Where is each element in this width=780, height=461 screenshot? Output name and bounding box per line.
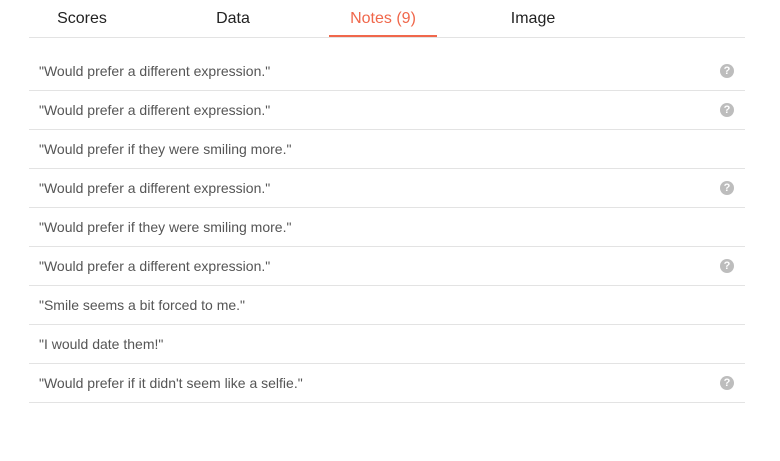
note-row: "Smile seems a bit forced to me." ? (29, 286, 745, 325)
note-row: "Would prefer a different expression." ? (29, 169, 745, 208)
help-icon[interactable]: ? (720, 103, 734, 117)
note-text: "Would prefer if they were smiling more.… (39, 141, 292, 157)
note-text: "Would prefer a different expression." (39, 258, 271, 274)
note-row: "Would prefer a different expression." ? (29, 91, 745, 130)
help-icon[interactable]: ? (720, 376, 734, 390)
note-text: "Would prefer if they were smiling more.… (39, 219, 292, 235)
note-row: "Would prefer a different expression." ? (29, 247, 745, 286)
tab-data[interactable]: Data (179, 0, 287, 37)
help-icon[interactable]: ? (720, 64, 734, 78)
note-text: "Smile seems a bit forced to me." (39, 297, 246, 313)
note-row: "I would date them!" ? (29, 325, 745, 364)
tab-bar: Scores Data Notes (9) Image (29, 0, 745, 38)
note-text: "Would prefer if it didn't seem like a s… (39, 375, 303, 391)
page: Scores Data Notes (9) Image "Would prefe… (0, 0, 780, 461)
note-text: "Would prefer a different expression." (39, 180, 271, 196)
help-icon[interactable]: ? (720, 181, 734, 195)
note-text: "I would date them!" (39, 336, 164, 352)
help-icon[interactable]: ? (720, 259, 734, 273)
note-text: "Would prefer a different expression." (39, 102, 271, 118)
note-row: "Would prefer a different expression." ? (29, 52, 745, 91)
tab-image[interactable]: Image (479, 0, 587, 37)
tab-notes[interactable]: Notes (9) (329, 0, 437, 37)
notes-list: "Would prefer a different expression." ?… (29, 52, 745, 403)
note-row: "Would prefer if they were smiling more.… (29, 208, 745, 247)
note-row: "Would prefer if it didn't seem like a s… (29, 364, 745, 403)
note-text: "Would prefer a different expression." (39, 63, 271, 79)
tab-scores[interactable]: Scores (29, 0, 135, 37)
note-row: "Would prefer if they were smiling more.… (29, 130, 745, 169)
